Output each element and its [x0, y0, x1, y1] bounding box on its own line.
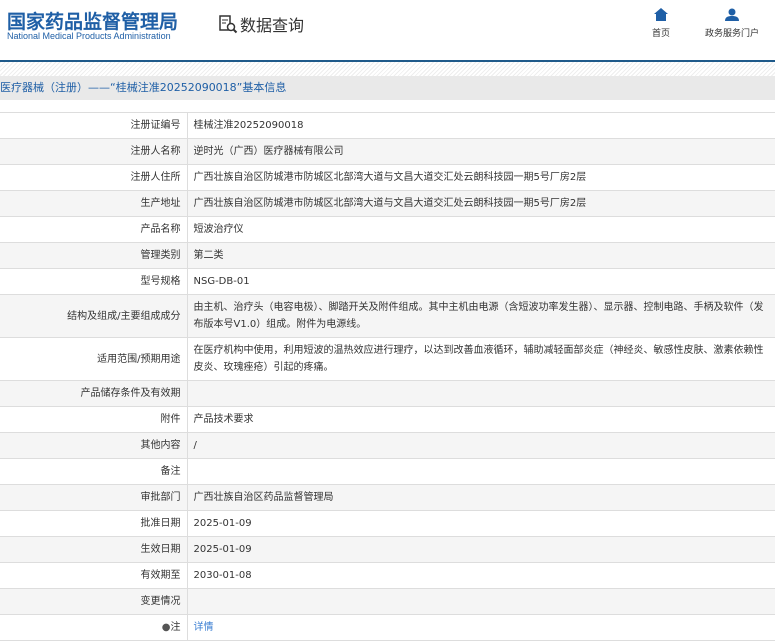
- row-label: 型号规格: [0, 268, 188, 295]
- row-label: 附件: [0, 406, 188, 433]
- row-value: 广西壮族自治区防城港市防城区北部湾大道与文昌大道交汇处云朗科技园一期5号厂房2层: [187, 190, 775, 217]
- table-row-note: ●注 详情: [0, 614, 775, 641]
- data-query-label: 数据查询: [240, 16, 305, 35]
- table-row: 生产地址 广西壮族自治区防城港市防城区北部湾大道与文昌大道交汇处云朗科技园一期5号…: [0, 190, 775, 217]
- nav-service-portal-label: 政务服务门户: [705, 29, 760, 39]
- divider-stripe: [0, 62, 775, 76]
- row-value: 短波治疗仪: [187, 216, 775, 243]
- row-label: 生产地址: [0, 190, 188, 217]
- row-value: 2025-01-09: [187, 510, 775, 537]
- note-label: 注: [170, 622, 181, 633]
- row-label: 注册人名称: [0, 138, 188, 165]
- row-value: 在医疗机构中使用，利用短波的温热效应进行理疗，以达到改善血液循环，辅助减轻面部炎…: [187, 337, 775, 381]
- row-label: 适用范围/预期用途: [0, 337, 188, 381]
- user-icon: [725, 8, 739, 21]
- nav-service-portal[interactable]: 政务服务门户: [705, 8, 759, 39]
- logo-subtitle: National Medical Products Administration: [7, 31, 171, 41]
- details-link[interactable]: 详情: [194, 622, 214, 633]
- table-row: 其他内容 /: [0, 432, 775, 459]
- table-row: 注册人名称 逆时光（广西）医疗器械有限公司: [0, 138, 775, 165]
- row-label: 有效期至: [0, 562, 188, 589]
- row-label: 生效日期: [0, 536, 188, 563]
- table-row: 注册人住所 广西壮族自治区防城港市防城区北部湾大道与文昌大道交汇处云朗科技园一期5…: [0, 164, 775, 191]
- table-row: 批准日期 2025-01-09: [0, 510, 775, 537]
- row-label: 其他内容: [0, 432, 188, 459]
- table-row: 型号规格 NSG-DB-01: [0, 268, 775, 295]
- row-value: 2025-01-09: [187, 536, 775, 563]
- pin-icon: ●: [161, 622, 171, 633]
- row-label: 备注: [0, 458, 188, 485]
- row-label: 产品储存条件及有效期: [0, 380, 188, 407]
- row-value: 广西壮族自治区药品监督管理局: [187, 484, 775, 511]
- row-value: NSG-DB-01: [187, 268, 775, 295]
- row-label: 管理类别: [0, 242, 188, 269]
- row-value: [187, 458, 775, 485]
- row-label: 变更情况: [0, 588, 188, 615]
- table-row: 适用范围/预期用途 在医疗机构中使用，利用短波的温热效应进行理疗，以达到改善血液循…: [0, 337, 775, 381]
- row-value: [187, 380, 775, 407]
- logo-title[interactable]: 国家药品监督管理局: [7, 7, 178, 34]
- document-search-icon: [219, 15, 238, 34]
- nav-home[interactable]: 首页: [652, 8, 670, 39]
- table-row: 审批部门 广西壮族自治区药品监督管理局: [0, 484, 775, 511]
- data-query-heading: 数据查询: [218, 12, 304, 36]
- detail-table: 注册证编号 桂械注准20252090018 注册人名称 逆时光（广西）医疗器械有限公司…: [0, 112, 775, 641]
- table-row: 注册证编号 桂械注准20252090018: [0, 112, 775, 139]
- row-label: ●注: [0, 614, 188, 641]
- row-value: 第二类: [187, 242, 775, 269]
- row-value: 广西壮族自治区防城港市防城区北部湾大道与文昌大道交汇处云朗科技园一期5号厂房2层: [187, 164, 775, 191]
- table-row: 产品储存条件及有效期: [0, 380, 775, 407]
- nav-home-label: 首页: [652, 29, 671, 39]
- table-row: 备注: [0, 458, 775, 485]
- table-row: 变更情况: [0, 588, 775, 615]
- table-row: 结构及组成/主要组成成分 由主机、治疗头（电容电极）、脚踏开关及附件组成。其中主机…: [0, 294, 775, 338]
- page-title: 医疗器械（注册）——“桂械注准20252090018”基本信息: [0, 76, 775, 100]
- row-label: 结构及组成/主要组成成分: [0, 294, 188, 338]
- row-value: 详情: [187, 614, 775, 641]
- row-label: 注册证编号: [0, 112, 188, 139]
- table-row: 生效日期 2025-01-09: [0, 536, 775, 563]
- row-label: 产品名称: [0, 216, 188, 243]
- header: 国家药品监督管理局 National Medical Products Admi…: [0, 0, 775, 62]
- table-row: 产品名称 短波治疗仪: [0, 216, 775, 243]
- home-icon: [654, 8, 668, 21]
- row-value: 逆时光（广西）医疗器械有限公司: [187, 138, 775, 165]
- table-row: 有效期至 2030-01-08: [0, 562, 775, 589]
- row-value: /: [187, 432, 775, 459]
- row-label: 批准日期: [0, 510, 188, 537]
- row-value: 桂械注准20252090018: [187, 112, 775, 139]
- table-row: 管理类别 第二类: [0, 242, 775, 269]
- row-value: 2030-01-08: [187, 562, 775, 589]
- row-value: 产品技术要求: [187, 406, 775, 433]
- table-row: 附件 产品技术要求: [0, 406, 775, 433]
- row-value: [187, 588, 775, 615]
- row-label: 注册人住所: [0, 164, 188, 191]
- row-value: 由主机、治疗头（电容电极）、脚踏开关及附件组成。其中主机由电源（含短波功率发生器…: [187, 294, 775, 338]
- row-label: 审批部门: [0, 484, 188, 511]
